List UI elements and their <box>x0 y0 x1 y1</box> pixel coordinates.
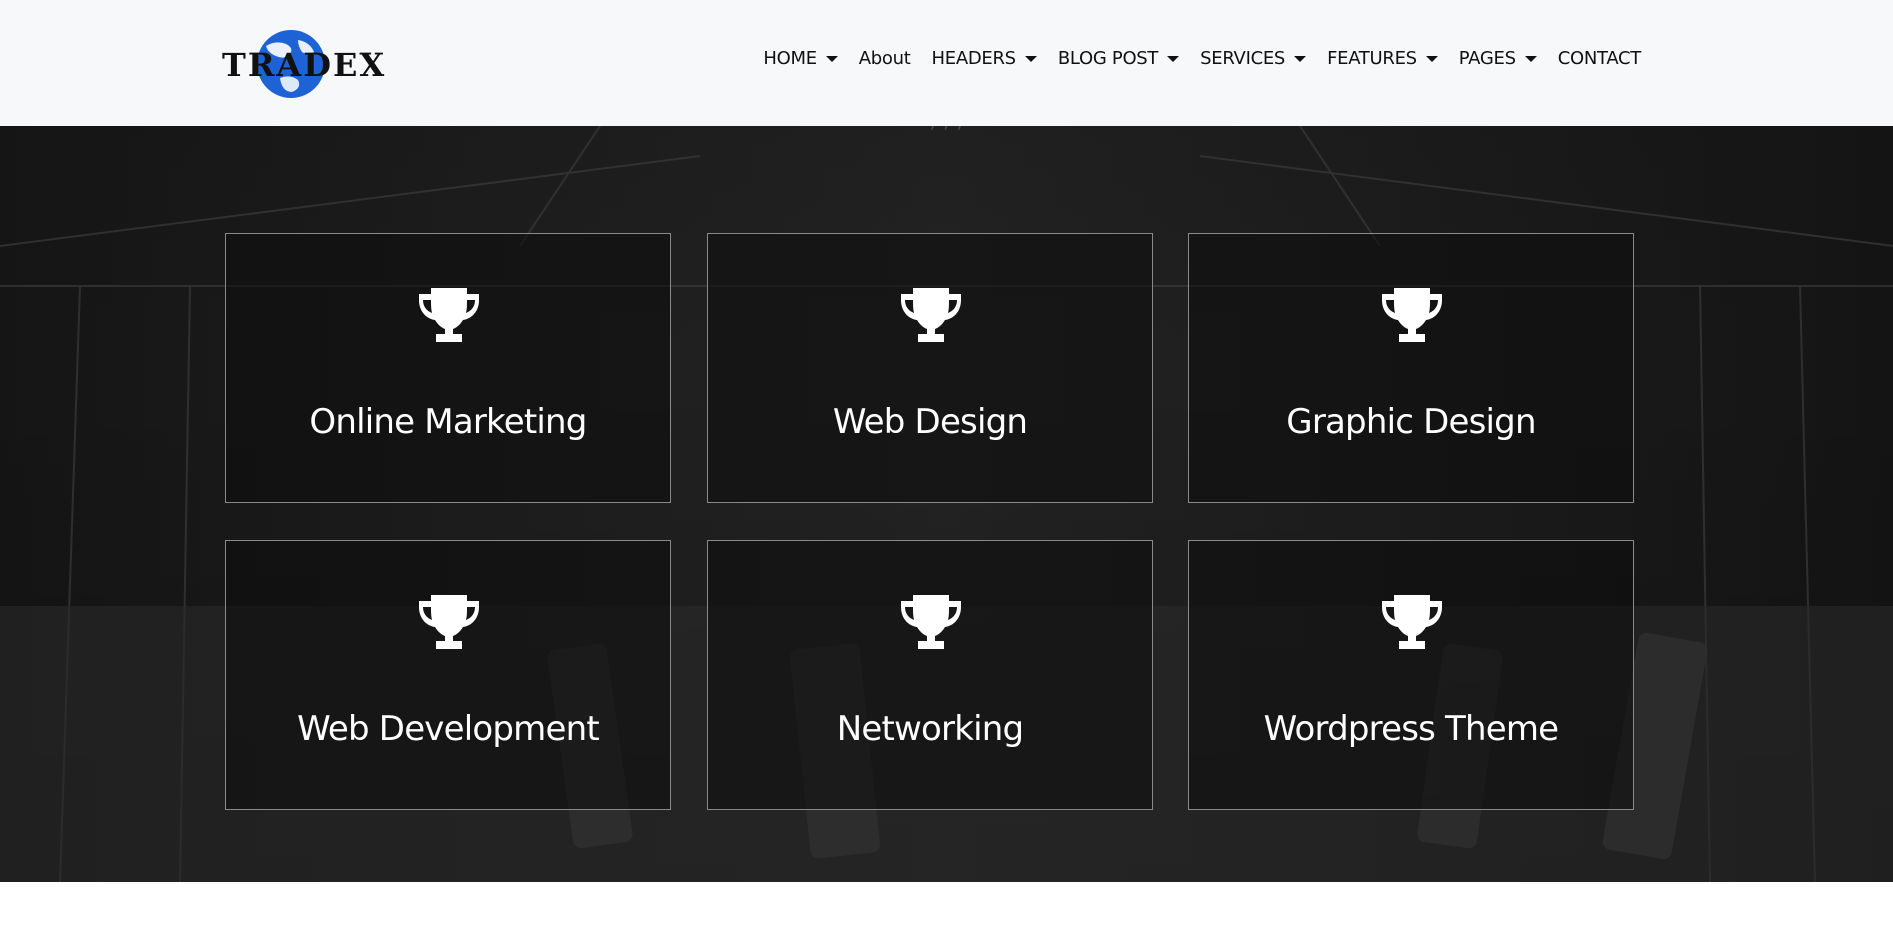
service-card-networking[interactable]: Networking <box>707 540 1153 810</box>
service-card-wordpress-theme[interactable]: Wordpress Theme <box>1188 540 1634 810</box>
section-intro-text-clipped: , , , <box>0 126 1893 133</box>
service-card-graphic-design[interactable]: Graphic Design <box>1188 233 1634 503</box>
trophy-icon <box>1382 288 1442 342</box>
nav-item-about[interactable]: About <box>859 48 911 69</box>
nav-item-headers[interactable]: HEADERS <box>932 48 1037 69</box>
trophy-icon <box>419 288 479 342</box>
trophy-icon <box>419 595 479 649</box>
main-nav: HOME About HEADERS BLOG POST SERVICES FE… <box>763 48 1641 69</box>
nav-item-pages[interactable]: PAGES <box>1459 48 1537 69</box>
nav-item-label: FEATURES <box>1327 48 1417 69</box>
trophy-icon <box>1382 595 1442 649</box>
nav-item-label: CONTACT <box>1557 48 1642 69</box>
nav-item-features[interactable]: FEATURES <box>1327 48 1438 69</box>
nav-item-label: HEADERS <box>931 48 1017 69</box>
nav-item-label: PAGES <box>1458 48 1516 69</box>
nav-item-label: BLOG POST <box>1057 48 1159 69</box>
caret-down-icon <box>1024 55 1037 62</box>
card-title: Graphic Design <box>1286 402 1536 442</box>
nav-item-contact[interactable]: CONTACT <box>1557 48 1642 69</box>
site-header: TRADEX HOME About HEADERS BLOG POST SERV… <box>0 0 1893 126</box>
trophy-icon <box>901 595 961 649</box>
service-card-online-marketing[interactable]: Online Marketing <box>225 233 671 503</box>
service-card-web-design[interactable]: Web Design <box>707 233 1153 503</box>
caret-down-icon <box>1425 55 1438 62</box>
trophy-icon <box>901 288 961 342</box>
card-title: Wordpress Theme <box>1263 709 1559 749</box>
nav-item-blog-post[interactable]: BLOG POST <box>1057 48 1180 69</box>
nav-item-label: HOME <box>763 48 817 69</box>
caret-down-icon <box>1294 55 1307 62</box>
tradex-logo[interactable]: TRADEX <box>222 26 387 100</box>
card-title: Online Marketing <box>309 402 587 442</box>
card-title: Web Development <box>297 709 600 749</box>
nav-item-label: SERVICES <box>1200 48 1286 69</box>
logo-text: TRADEX <box>222 46 387 84</box>
card-title: Networking <box>836 709 1024 749</box>
nav-item-label: About <box>858 48 911 69</box>
caret-down-icon <box>1167 55 1180 62</box>
caret-down-icon <box>825 55 838 62</box>
services-section: , , , Online Marketing Web Design Graphi… <box>0 126 1893 882</box>
service-card-web-development[interactable]: Web Development <box>225 540 671 810</box>
nav-item-services[interactable]: SERVICES <box>1200 48 1307 69</box>
caret-down-icon <box>1524 55 1537 62</box>
nav-item-home[interactable]: HOME <box>763 48 838 69</box>
card-title: Web Design <box>832 402 1028 442</box>
